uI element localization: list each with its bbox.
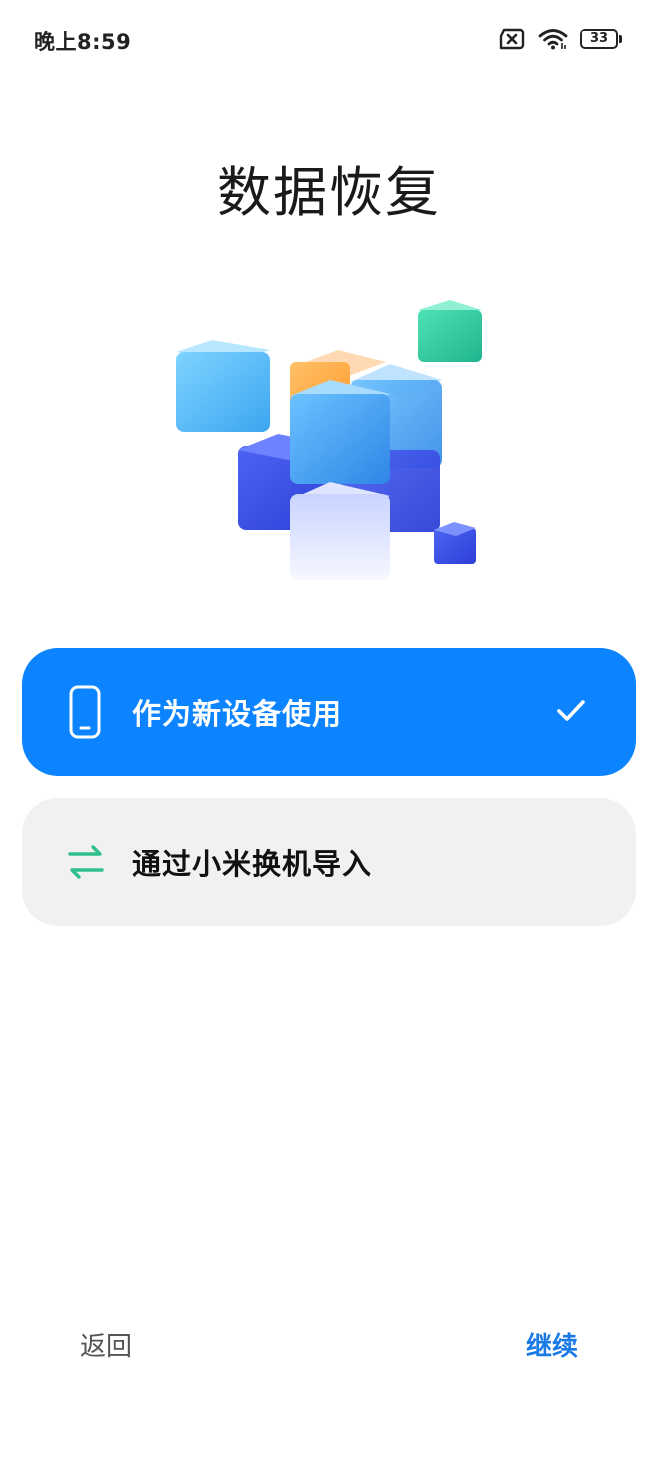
small-blue-cube	[434, 522, 476, 564]
status-icons: 33	[498, 26, 622, 52]
sim-off-icon	[498, 28, 526, 50]
back-button[interactable]: 返回	[80, 1326, 132, 1363]
page-title: 数据恢复	[217, 161, 441, 224]
option-new-device-label: 作为新设备使用	[132, 697, 343, 731]
light-blue-cube	[176, 340, 270, 432]
continue-button[interactable]: 继续	[526, 1326, 578, 1363]
white-cube	[290, 482, 390, 580]
wifi-icon	[538, 28, 568, 50]
transfer-arrows-icon	[66, 842, 106, 882]
data-restore-screen: 晚上8:59 33 数据恢复 作为新设备使用 通过小米换机导入 返回 继续	[0, 0, 658, 1462]
front-blue-cube	[290, 380, 390, 484]
status-bar: 晚上8:59 33	[0, 0, 658, 78]
green-cube	[418, 300, 482, 362]
check-icon	[556, 698, 586, 724]
phone-icon	[68, 684, 102, 740]
battery-level: 33	[589, 31, 609, 46]
option-new-device[interactable]: 作为新设备使用	[22, 648, 636, 776]
option-mi-mover-import-label: 通过小米换机导入	[132, 847, 373, 881]
battery-icon: 33	[580, 29, 622, 49]
status-time: 晚上8:59	[34, 30, 132, 54]
option-mi-mover-import[interactable]: 通过小米换机导入	[22, 798, 636, 926]
data-cubes-illustration	[160, 290, 500, 590]
